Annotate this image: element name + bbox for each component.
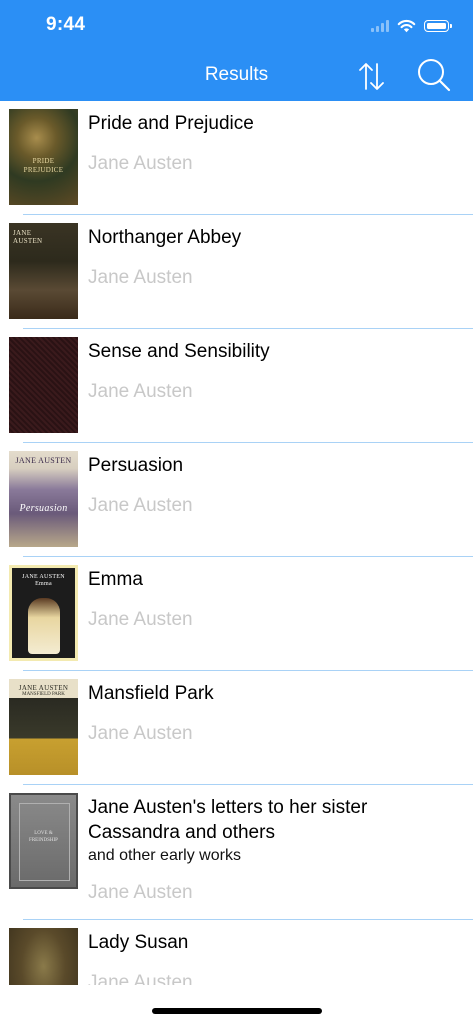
results-list[interactable]: PRIDE PREJUDICE Pride and Prejudice Jane… bbox=[0, 101, 473, 985]
book-title: Lady Susan bbox=[88, 932, 189, 953]
book-author: Jane Austen bbox=[88, 267, 193, 288]
list-item[interactable]: Sense and Sensibility Jane Austen bbox=[0, 329, 473, 443]
book-title: Jane Austen's letters to her sister Cass… bbox=[88, 797, 368, 843]
battery-icon bbox=[424, 20, 452, 32]
list-item[interactable]: JANE AUSTEN MANSFIELD PARK Mansfield Par… bbox=[0, 671, 473, 785]
book-cover bbox=[9, 337, 78, 433]
wifi-icon bbox=[397, 19, 416, 33]
book-title: Emma bbox=[88, 569, 143, 590]
book-title: Persuasion bbox=[88, 455, 184, 476]
list-item[interactable]: JANE AUSTEN Persuasion Persuasion Jane A… bbox=[0, 443, 473, 557]
cellular-signal-icon bbox=[371, 20, 389, 32]
search-icon bbox=[418, 59, 451, 92]
book-author: Jane Austen bbox=[88, 153, 193, 174]
book-title: Sense and Sensibility bbox=[88, 341, 270, 362]
book-author: Jane Austen bbox=[88, 609, 193, 630]
book-title: Mansfield Park bbox=[88, 683, 214, 704]
list-item[interactable]: JANE AUSTEN Northanger Abbey Jane Austen bbox=[0, 215, 473, 329]
book-author: Jane Austen bbox=[88, 882, 193, 903]
sort-button[interactable] bbox=[356, 56, 388, 96]
book-cover: LOVE & FREINDSHIP bbox=[9, 793, 78, 889]
page-title: Results bbox=[204, 64, 269, 85]
book-cover: JANE AUSTEN bbox=[9, 223, 78, 319]
book-subtitle: and other early works bbox=[88, 847, 241, 864]
list-item[interactable]: JANE AUSTEN Emma Emma Jane Austen bbox=[0, 557, 473, 671]
list-item[interactable]: PRIDE PREJUDICE Pride and Prejudice Jane… bbox=[0, 101, 473, 215]
home-indicator[interactable] bbox=[152, 1008, 322, 1014]
screen: 9:44 Results PRIDE PREJUDICE Pride and P… bbox=[0, 0, 473, 1024]
sort-arrows-icon bbox=[359, 63, 384, 90]
book-cover: PRIDE PREJUDICE bbox=[9, 109, 78, 205]
book-title: Pride and Prejudice bbox=[88, 113, 254, 134]
search-button[interactable] bbox=[414, 56, 454, 96]
nav-bar: 9:44 Results bbox=[0, 0, 473, 101]
book-author: Jane Austen bbox=[88, 972, 193, 985]
book-cover: JANE AUSTEN MANSFIELD PARK bbox=[9, 679, 78, 775]
book-author: Jane Austen bbox=[88, 495, 193, 516]
book-cover: JANE AUSTEN Persuasion bbox=[9, 451, 78, 547]
book-author: Jane Austen bbox=[88, 723, 193, 744]
status-icons bbox=[371, 16, 452, 36]
book-cover bbox=[9, 928, 78, 985]
status-time: 9:44 bbox=[46, 14, 86, 35]
book-author: Jane Austen bbox=[88, 381, 193, 402]
list-item[interactable]: LOVE & FREINDSHIP Jane Austen's letters … bbox=[0, 785, 473, 920]
list-item[interactable]: Lady Susan Jane Austen bbox=[0, 920, 473, 985]
book-title: Northanger Abbey bbox=[88, 227, 242, 248]
book-cover: JANE AUSTEN Emma bbox=[9, 565, 78, 661]
